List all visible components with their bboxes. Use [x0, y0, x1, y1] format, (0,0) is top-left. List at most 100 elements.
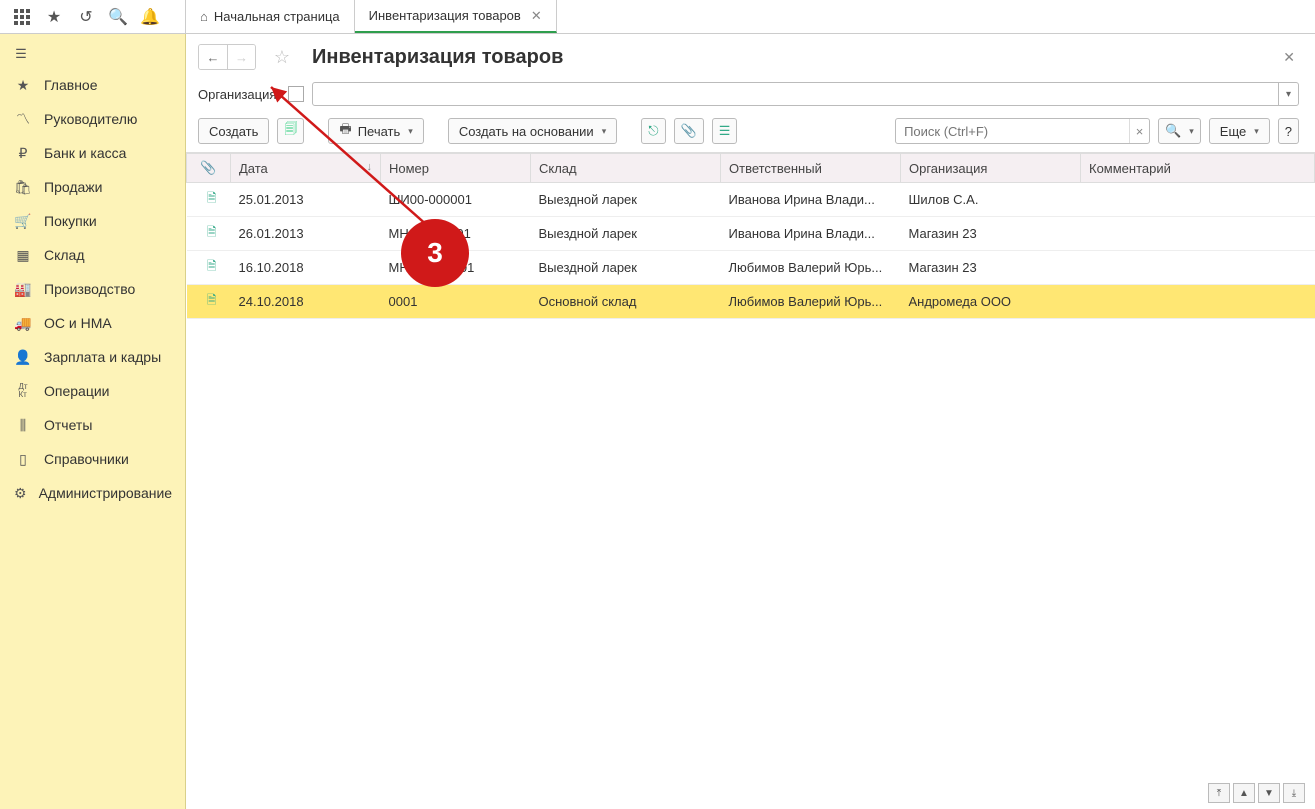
tree-icon: ⎋ [648, 123, 658, 139]
org-checkbox[interactable] [288, 86, 304, 102]
row-icon-cell: 🗎 [187, 251, 231, 285]
copy-icon: 🗐 [284, 120, 297, 142]
tab-home[interactable]: ⌂ Начальная страница [186, 0, 355, 33]
history-icon[interactable]: ↺ [72, 3, 100, 31]
apps-icon[interactable] [8, 3, 36, 31]
content-area: ← → ☆ Инвентаризация товаров ✕ Организац… [186, 34, 1315, 809]
cell-responsible: Иванова Ирина Влади... [721, 217, 901, 251]
sidebar-item-assets[interactable]: 🚚ОС и НМА [0, 306, 185, 340]
document-icon: 🗎 [207, 225, 217, 239]
sidebar-item-production[interactable]: 🏭Производство [0, 272, 185, 306]
close-icon[interactable]: ✕ [531, 8, 542, 24]
sidebar-item-bank[interactable]: ₽Банк и касса [0, 136, 185, 170]
table-row[interactable]: 🗎26.01.2013МН00-000001Выездной ларекИван… [187, 217, 1315, 251]
page-close-button[interactable]: ✕ [1279, 45, 1299, 70]
print-button[interactable]: 🖶Печать▾ [328, 118, 423, 144]
tab-inventory[interactable]: Инвентаризация товаров ✕ [355, 0, 557, 33]
col-number[interactable]: Номер [381, 154, 531, 183]
search-menu-button[interactable]: 🔍▾ [1158, 118, 1201, 144]
search-clear-button[interactable]: × [1129, 119, 1149, 143]
help-button[interactable]: ? [1278, 118, 1299, 144]
table-row[interactable]: 🗎24.10.20180001Основной складЛюбимов Вал… [187, 285, 1315, 319]
more-button[interactable]: Еще▾ [1209, 118, 1270, 144]
search-icon[interactable]: 🔍 [104, 3, 132, 31]
table-row[interactable]: 🗎16.10.2018МНБП-000001Выездной ларекЛюби… [187, 251, 1315, 285]
col-date[interactable]: Дата↓ [231, 154, 381, 183]
page-title: Инвентаризация товаров [312, 46, 563, 69]
sidebar-item-manager[interactable]: 〽Руководителю [0, 102, 185, 136]
paperclip-icon: 📎 [200, 160, 216, 175]
favorite-icon[interactable]: ☆ [270, 45, 294, 69]
row-icon-cell: 🗎 [187, 183, 231, 217]
nav-buttons: ← → [198, 44, 256, 70]
col-attach[interactable]: 📎 [187, 154, 231, 183]
cell-date: 25.01.2013 [231, 183, 381, 217]
create-based-button[interactable]: Создать на основании▾ [448, 118, 617, 144]
dtkt-icon: ДтКт [14, 382, 32, 400]
col-comment[interactable]: Комментарий [1081, 154, 1315, 183]
forward-button[interactable]: → [227, 45, 255, 69]
dropdown-icon[interactable]: ▾ [1278, 83, 1298, 105]
list-icon: ☰ [719, 123, 731, 139]
org-label: Организация: [198, 87, 280, 102]
inventory-table: 📎 Дата↓ Номер Склад Ответственный Органи… [186, 153, 1315, 319]
search-input[interactable] [896, 124, 1129, 139]
truck-icon: 🚚 [14, 314, 32, 332]
cell-warehouse: Выездной ларек [531, 251, 721, 285]
copy-button[interactable]: 🗐 [277, 118, 304, 144]
cell-number: МН00-000001 [381, 217, 531, 251]
table-container: 📎 Дата↓ Номер Склад Ответственный Органи… [186, 153, 1315, 809]
cell-comment [1081, 251, 1315, 285]
scroll-top-button[interactable]: ⤒ [1208, 783, 1230, 803]
printer-icon: 🖶 [339, 120, 351, 142]
attach-button[interactable]: 📎 [674, 118, 704, 144]
col-warehouse[interactable]: Склад [531, 154, 721, 183]
cell-date: 26.01.2013 [231, 217, 381, 251]
document-icon: 🗎 [207, 259, 217, 273]
sidebar-item-operations[interactable]: ДтКтОперации [0, 374, 185, 408]
col-organization[interactable]: Организация [901, 154, 1081, 183]
sidebar-item-main[interactable]: ★Главное [0, 68, 185, 102]
create-button[interactable]: Создать [198, 118, 269, 144]
cell-comment [1081, 217, 1315, 251]
scroll-down-button[interactable]: ▼ [1258, 783, 1280, 803]
cell-comment [1081, 285, 1315, 319]
row-icon-cell: 🗎 [187, 285, 231, 319]
sidebar-item-purchases[interactable]: 🛒Покупки [0, 204, 185, 238]
page-header: ← → ☆ Инвентаризация товаров ✕ [186, 34, 1315, 78]
caret-icon: ▾ [602, 126, 607, 137]
caret-icon: ▾ [1254, 126, 1259, 137]
col-responsible[interactable]: Ответственный [721, 154, 901, 183]
caret-icon: ▾ [1189, 126, 1194, 137]
scroll-bottom-button[interactable]: ⤓ [1283, 783, 1305, 803]
scroll-up-button[interactable]: ▲ [1233, 783, 1255, 803]
back-button[interactable]: ← [199, 45, 227, 69]
star-icon[interactable]: ★ [40, 3, 68, 31]
document-icon: 🗎 [207, 293, 217, 307]
book-icon: ▯ [14, 450, 32, 468]
cell-responsible: Любимов Валерий Юрь... [721, 251, 901, 285]
bell-icon[interactable]: 🔔 [136, 3, 164, 31]
sidebar-item-catalogs[interactable]: ▯Справочники [0, 442, 185, 476]
cell-comment [1081, 183, 1315, 217]
list-button[interactable]: ☰ [712, 118, 738, 144]
menu-icon[interactable]: ☰ [4, 40, 38, 68]
row-icon-cell: 🗎 [187, 217, 231, 251]
cell-number: МНБП-000001 [381, 251, 531, 285]
sidebar-item-admin[interactable]: ⚙Администрирование [0, 476, 185, 510]
tab-label: Инвентаризация товаров [369, 8, 521, 23]
star-icon: ★ [14, 76, 32, 94]
org-select-input[interactable] [313, 83, 1278, 105]
cell-warehouse: Основной склад [531, 285, 721, 319]
structure-button[interactable]: ⎋ [641, 118, 665, 144]
sidebar-item-warehouse[interactable]: ▦Склад [0, 238, 185, 272]
person-icon: 👤 [14, 348, 32, 366]
org-select[interactable]: ▾ [312, 82, 1299, 106]
sidebar-item-reports[interactable]: ⫼Отчеты [0, 408, 185, 442]
table-row[interactable]: 🗎25.01.2013ШИ00-000001Выездной ларекИван… [187, 183, 1315, 217]
sidebar-item-hr[interactable]: 👤Зарплата и кадры [0, 340, 185, 374]
cell-number: ШИ00-000001 [381, 183, 531, 217]
sidebar-item-sales[interactable]: 🛍Продажи [0, 170, 185, 204]
top-icon-bar: ★ ↺ 🔍 🔔 [0, 0, 186, 33]
cell-responsible: Иванова Ирина Влади... [721, 183, 901, 217]
